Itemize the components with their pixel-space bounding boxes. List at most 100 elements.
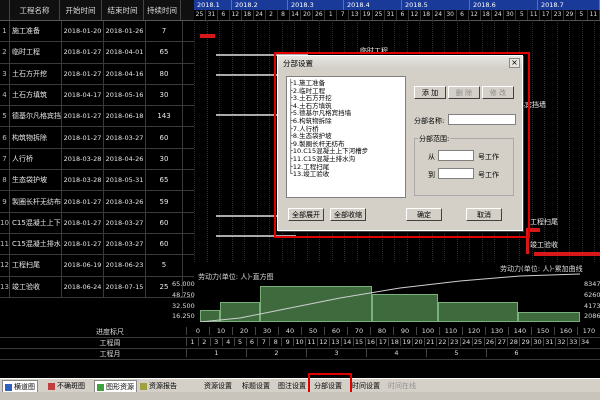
row-end-date[interactable]: 2018-04-16	[104, 63, 146, 84]
row-start-date[interactable]: 2018-01-27	[62, 233, 104, 255]
ruler-tick: 70	[347, 327, 370, 335]
tab-resource-report[interactable]: 资源报告	[138, 380, 179, 392]
gantt-day: 19	[361, 10, 374, 20]
row-duration[interactable]: 60	[146, 233, 183, 255]
month-cell: 6	[486, 349, 546, 357]
row-duration[interactable]: 80	[146, 63, 183, 84]
tab-resource-graph-label: 图形资源	[106, 383, 134, 391]
row-end-date[interactable]: 2018-05-31	[104, 170, 146, 191]
row-task-name[interactable]: 製圈长杆无纺布	[10, 191, 62, 212]
row-start-date[interactable]: 2018-03-28	[62, 170, 104, 191]
gantt-day: 2	[266, 10, 278, 20]
table-row[interactable]: 6 构筑物拆除 2018-01-27 2018-03-27 60	[0, 127, 194, 149]
row-duration[interactable]: 65	[146, 170, 183, 191]
week-cell: 19	[400, 338, 412, 346]
row-end-date[interactable]: 2018-03-27	[104, 212, 146, 233]
table-row[interactable]: 4 土石方填筑 2018-04-17 2018-05-16 30	[0, 84, 194, 107]
header-index	[0, 0, 10, 20]
row-duration[interactable]: 7	[146, 21, 183, 42]
row-start-date[interactable]: 2018-03-28	[62, 148, 104, 170]
row-end-date[interactable]: 2018-03-27	[104, 127, 146, 148]
row-task-name[interactable]: 人行桥	[10, 148, 62, 170]
row-start-date[interactable]: 2018-01-27	[62, 42, 104, 63]
row-task-name[interactable]: C15混凝土排水沟	[10, 233, 62, 255]
table-row[interactable]: 10C15混凝土上下河槽步2018-01-272018-03-2760	[0, 212, 194, 234]
gantt-month-header: 2018.1 2018.2 2018.3 2018.4 2018.5 2018.6 2018…	[194, 0, 600, 10]
row-task-name[interactable]: 土石方填筑	[10, 84, 62, 106]
row-duration[interactable]: 30	[146, 148, 183, 170]
row-duration[interactable]: 143	[146, 106, 183, 127]
row-end-date[interactable]: 2018-03-27	[104, 233, 146, 255]
ruler-tick: 120	[462, 327, 485, 335]
gantt-grid-line	[581, 20, 583, 262]
tab-resource-report-label: 资源报告	[149, 382, 177, 390]
gantt-day: 18	[481, 10, 493, 20]
week-row: 工程周 1 2 3 4 5 6 7 8 9 10 11 12 13 14 15 16 17 18 19 20 21 22 2…	[0, 337, 600, 349]
table-row[interactable]: 7 人行桥 2018-03-28 2018-04-26 30	[0, 148, 194, 171]
gantt-grid-line	[231, 20, 233, 262]
ruler-tick: 50	[301, 327, 324, 335]
table-row[interactable]: 11C15混凝土排水沟2018-01-272018-03-2760	[0, 233, 194, 256]
row-end-date[interactable]: 2018-01-26	[104, 21, 146, 42]
resource-settings-button[interactable]: 资源设置	[202, 380, 234, 392]
row-end-date[interactable]: 2018-04-26	[104, 148, 146, 170]
ruler-tick: 10	[209, 327, 232, 335]
ruler-row-label: 进度标尺	[96, 328, 124, 336]
row-start-date[interactable]: 2018-01-27	[62, 212, 104, 233]
row-duration[interactable]: 60	[146, 212, 183, 233]
bar-site-prep[interactable]	[200, 34, 215, 38]
table-row[interactable]: 2 临时工程 2018-01-27 2018-04-01 65	[0, 42, 194, 64]
row-task-name[interactable]: C15混凝土上下河槽步	[10, 212, 62, 233]
row-task-name[interactable]: 德基尔凡格宾挡墙	[10, 106, 62, 127]
time-settings-button[interactable]: 时间设置	[350, 380, 382, 392]
gantt-day: 24	[433, 10, 445, 20]
row-index: 7	[0, 148, 10, 170]
row-task-name[interactable]: 生态袋护坡	[10, 170, 62, 191]
gantt-grid-line	[244, 20, 245, 262]
legend-settings-button[interactable]: 图注设置	[276, 380, 308, 392]
row-task-name[interactable]: 构筑物拆除	[10, 127, 62, 148]
week-cell: 26	[483, 338, 496, 346]
tab-network-label: 不确斑图	[57, 382, 85, 390]
table-row[interactable]: 9 製圈长杆无纺布 2018-01-27 2018-03-26 59	[0, 191, 194, 213]
bar-acceptance[interactable]	[534, 252, 600, 256]
tab-network[interactable]: 不确斑图	[46, 380, 87, 392]
labor-y-right-2: 4173	[584, 302, 600, 310]
row-start-date[interactable]: 2018-04-17	[62, 84, 104, 106]
gantt-month: 2018.6	[470, 0, 538, 10]
bar-label-cleanup: 工程扫尾	[530, 218, 558, 226]
time-online-button[interactable]: 时间在线	[386, 380, 418, 392]
row-duration[interactable]: 30	[146, 84, 183, 106]
header-end[interactable]: 结束时间	[102, 0, 144, 20]
week-cell: 9	[281, 338, 293, 346]
row-task-name[interactable]: 临时工程	[10, 42, 62, 63]
row-end-date[interactable]: 2018-06-18	[104, 106, 146, 127]
row-end-date[interactable]: 2018-05-16	[104, 84, 146, 106]
row-duration[interactable]: 65	[146, 42, 183, 63]
week-cell: 18	[388, 338, 400, 346]
header-start[interactable]: 开始时间	[60, 0, 102, 20]
row-start-date[interactable]: 2018-01-27	[62, 63, 104, 84]
row-duration[interactable]: 60	[146, 127, 183, 148]
row-start-date[interactable]: 2018-01-27	[62, 106, 104, 127]
title-settings-button[interactable]: 标题设置	[240, 380, 272, 392]
header-name[interactable]: 工程名称	[10, 0, 60, 20]
row-task-name[interactable]: 施工准备	[10, 21, 62, 42]
gantt-day: 30	[445, 10, 457, 20]
header-duration[interactable]: 持续时间	[144, 0, 181, 20]
row-task-name[interactable]: 土石方开挖	[10, 63, 62, 84]
row-start-date[interactable]: 2018-01-27	[62, 127, 104, 148]
table-row[interactable]: 8 生态袋护坡 2018-03-28 2018-05-31 65	[0, 170, 194, 192]
row-start-date[interactable]: 2018-01-27	[62, 191, 104, 212]
table-row[interactable]: 3 土石方开挖 2018-01-27 2018-04-16 80	[0, 63, 194, 85]
week-cell: 34	[578, 338, 591, 346]
status-bar	[0, 392, 600, 400]
row-end-date[interactable]: 2018-04-01	[104, 42, 146, 63]
gantt-grid-line	[206, 20, 208, 262]
row-end-date[interactable]: 2018-03-26	[104, 191, 146, 212]
table-row[interactable]: 5德基尔凡格宾挡墙2018-01-272018-06-18143	[0, 106, 194, 128]
table-row[interactable]: 1 施工准备 2018-01-20 2018-01-26 7	[0, 21, 194, 43]
row-duration[interactable]: 59	[146, 191, 183, 212]
week-cell: 8	[269, 338, 281, 346]
row-start-date[interactable]: 2018-01-20	[62, 21, 104, 42]
